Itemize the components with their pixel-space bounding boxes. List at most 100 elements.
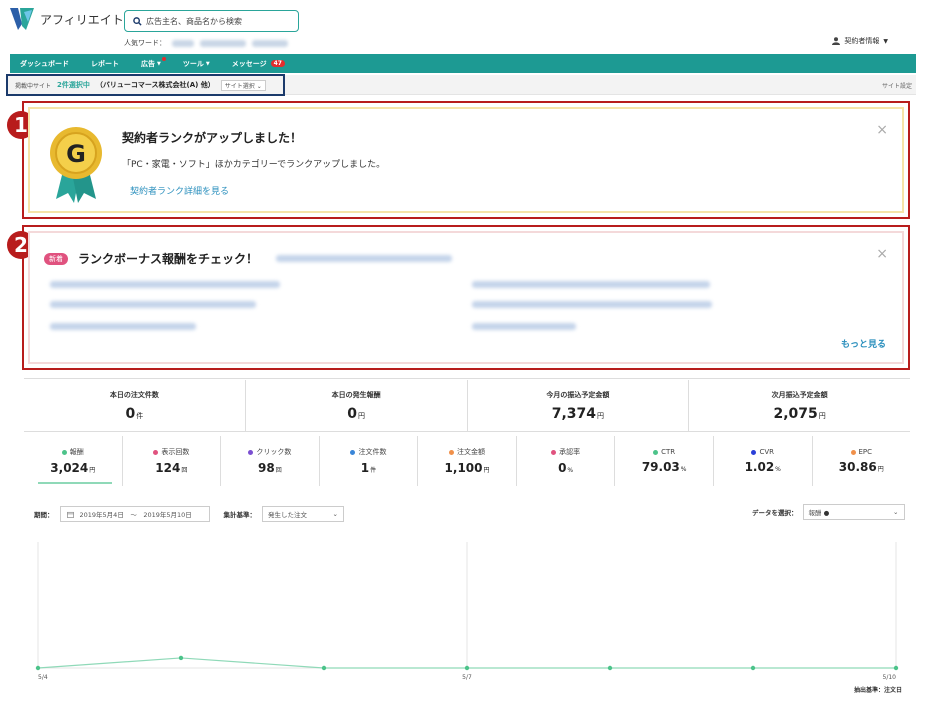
nav-label: メッセージ <box>231 59 267 68</box>
data-point[interactable] <box>464 665 470 671</box>
metric-color-dot <box>751 449 757 455</box>
nav-messages[interactable]: メッセージ 47 <box>232 59 285 69</box>
metric-label: 表示回数 <box>153 447 189 457</box>
data-select-value: 報酬 ● <box>808 509 830 517</box>
close-icon[interactable]: × <box>876 247 888 261</box>
metric-value: 0% <box>558 461 574 475</box>
bonus-item[interactable] <box>50 301 256 308</box>
metric-tab[interactable]: EPC 30.86円 <box>813 436 911 486</box>
dot-icon: ● <box>823 509 830 517</box>
data-point[interactable] <box>893 665 899 671</box>
bonus-item[interactable] <box>472 301 712 308</box>
rank-letter: G <box>66 140 86 168</box>
popular-label: 人気ワード： <box>124 39 166 47</box>
metric-value: 1件 <box>360 461 377 475</box>
chart-footer-label: 抽出基準：注文日 <box>854 686 902 694</box>
see-more-link[interactable]: もっと見る <box>841 337 886 350</box>
notification-dot <box>161 56 166 61</box>
data-point[interactable] <box>35 665 41 671</box>
metric-label: 注文金額 <box>449 447 485 457</box>
caret-down-icon: ▼ <box>205 60 210 67</box>
divider <box>24 378 910 379</box>
data-select-label: データを選択： <box>752 509 798 517</box>
metric-tab[interactable]: 報酬 3,024円 <box>24 436 123 486</box>
search-box[interactable] <box>124 10 299 32</box>
nav-tools[interactable]: ツール ▼ <box>183 59 210 69</box>
basis-select[interactable]: 発生した注文 ⌄ <box>262 506 344 522</box>
popular-words: 人気ワード： <box>124 38 288 48</box>
date-range-picker[interactable]: 2019年5月4日 〜 2019年5月10日 <box>59 506 210 522</box>
data-selector: データを選択： 報酬 ● ⌄ <box>752 504 905 520</box>
stat-value: 0円 <box>347 405 365 422</box>
x-tick-label: 5/10 <box>883 674 897 681</box>
nav-report[interactable]: レポート <box>91 59 119 69</box>
bonus-title: ランクボーナス報酬をチェック！ <box>78 252 259 266</box>
data-point[interactable] <box>750 665 756 671</box>
popular-word[interactable] <box>200 39 246 47</box>
data-select[interactable]: 報酬 ● ⌄ <box>802 504 905 520</box>
date-range-value: 2019年5月4日 〜 2019年5月10日 <box>79 511 192 519</box>
metric-tab[interactable]: 注文金額 1,100円 <box>418 436 517 486</box>
basis-label: 集計基準： <box>223 511 257 519</box>
rank-detail-link[interactable]: 契約者ランク詳細を見る <box>130 184 229 197</box>
nav-label: 広告 <box>141 59 155 68</box>
nav-ads[interactable]: 広告 ▼ <box>141 56 166 69</box>
stat-label: 次月振込予定金額 <box>771 390 828 399</box>
metric-label: 報酬 <box>61 447 84 457</box>
metric-value: 3,024円 <box>50 461 96 475</box>
bonus-item[interactable] <box>50 323 196 330</box>
metric-color-dot <box>449 449 455 455</box>
site-select-button[interactable]: サイト選択 ⌄ <box>220 79 266 91</box>
logo[interactable]: アフィリエイト <box>10 8 124 30</box>
metric-value: 98回 <box>258 461 282 475</box>
site-settings-link[interactable]: サイト設定 <box>882 81 912 90</box>
medal-icon: G <box>50 127 102 203</box>
site-selector[interactable]: 掲載中サイト 2件選択中 （バリューコマース株式会社(A) 他） サイト選択 ⌄ <box>6 74 285 96</box>
user-menu[interactable]: 契約者情報 ▼ <box>832 36 888 46</box>
metric-tab[interactable]: 注文件数 1件 <box>320 436 419 486</box>
user-label: 契約者情報 <box>844 37 880 45</box>
metric-label: クリック数 <box>248 447 291 457</box>
chevron-down-icon: ⌄ <box>256 82 262 90</box>
close-icon[interactable]: × <box>876 123 888 137</box>
metric-value: 124回 <box>155 461 188 475</box>
metric-tab[interactable]: 表示回数 124回 <box>123 436 222 486</box>
metric-color-dot <box>61 449 67 455</box>
main-nav: ダッシュボード レポート 広告 ▼ ツール ▼ メッセージ 47 <box>10 54 916 73</box>
stat-label: 本日の発生報酬 <box>331 390 381 399</box>
data-point[interactable] <box>321 665 327 671</box>
metric-tab[interactable]: 承認率 0% <box>517 436 616 486</box>
new-tag: 新着 <box>44 253 68 265</box>
rank-title: 契約者ランクがアップしました！ <box>122 131 303 145</box>
nav-label: レポート <box>91 59 119 68</box>
metric-tab[interactable]: クリック数 98回 <box>221 436 320 486</box>
bonus-item[interactable] <box>472 281 710 288</box>
metric-value: 1.02% <box>744 460 781 474</box>
data-point[interactable] <box>607 665 613 671</box>
stat-value: 2,075円 <box>773 405 826 422</box>
bonus-item[interactable] <box>472 323 576 330</box>
metric-label: 注文件数 <box>350 447 386 457</box>
site-select-label: サイト選択 <box>224 82 255 90</box>
stat-today-reward: 本日の発生報酬 0円 <box>246 380 468 431</box>
metric-color-dot <box>653 449 659 455</box>
metric-tab[interactable]: CTR 79.03% <box>615 436 714 486</box>
x-tick-label: 5/7 <box>462 674 472 681</box>
metric-tab[interactable]: CVR 1.02% <box>714 436 813 486</box>
nav-dashboard[interactable]: ダッシュボード <box>20 59 69 69</box>
chart-filters: 期間： 2019年5月4日 〜 2019年5月10日 集計基準： 発生した注文 … <box>34 506 344 522</box>
popular-word[interactable] <box>252 39 288 47</box>
search-input[interactable] <box>146 16 296 26</box>
metric-label: 承認率 <box>551 447 580 457</box>
stat-this-month-payment: 今月の振込予定金額 7,374円 <box>468 380 690 431</box>
chevron-down-icon: ⌄ <box>893 508 899 516</box>
bonus-item[interactable] <box>50 281 280 288</box>
popular-word[interactable] <box>172 39 194 47</box>
metric-color-dot <box>551 449 557 455</box>
caret-down-icon: ▼ <box>883 37 888 45</box>
stat-today-orders: 本日の注文件数 0件 <box>24 380 246 431</box>
metric-label: EPC <box>850 448 872 456</box>
stat-next-month-payment: 次月振込予定金額 2,075円 <box>689 380 910 431</box>
data-point[interactable] <box>178 655 184 661</box>
stat-value: 7,374円 <box>551 405 605 422</box>
